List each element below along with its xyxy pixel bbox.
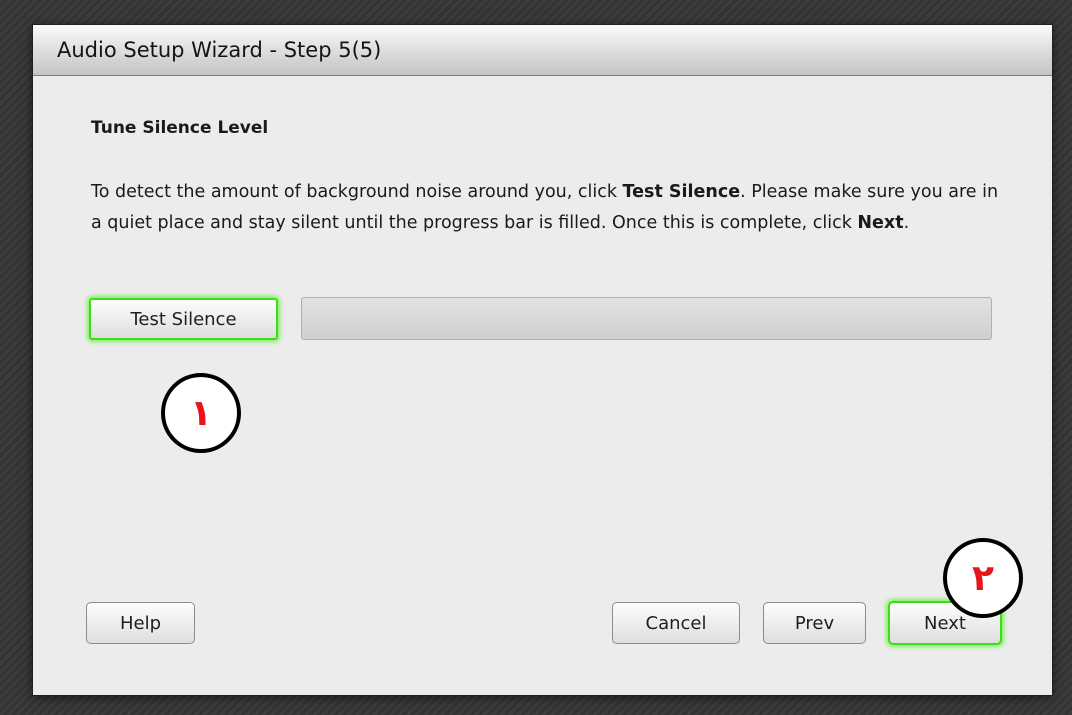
- prev-button[interactable]: Prev: [763, 602, 866, 644]
- silence-progress-bar: [301, 297, 992, 340]
- instructions-part-1: To detect the amount of background noise…: [91, 182, 623, 202]
- instructions-part-3: .: [903, 213, 910, 233]
- window-title: Audio Setup Wizard - Step 5(5): [57, 38, 382, 62]
- annotation-marker-1: ١: [161, 373, 241, 453]
- audio-setup-wizard-dialog: Audio Setup Wizard - Step 5(5) Tune Sile…: [33, 25, 1052, 695]
- cancel-button[interactable]: Cancel: [612, 602, 740, 644]
- help-button[interactable]: Help: [86, 602, 195, 644]
- title-bar: Audio Setup Wizard - Step 5(5): [33, 25, 1052, 76]
- annotation-marker-2: ٢: [943, 538, 1023, 618]
- section-heading: Tune Silence Level: [91, 118, 269, 138]
- instructions-text: To detect the amount of background noise…: [91, 177, 1011, 239]
- test-silence-button[interactable]: Test Silence: [89, 298, 278, 340]
- instructions-test-silence: Test Silence: [622, 182, 741, 202]
- instructions-next: Next: [857, 213, 904, 233]
